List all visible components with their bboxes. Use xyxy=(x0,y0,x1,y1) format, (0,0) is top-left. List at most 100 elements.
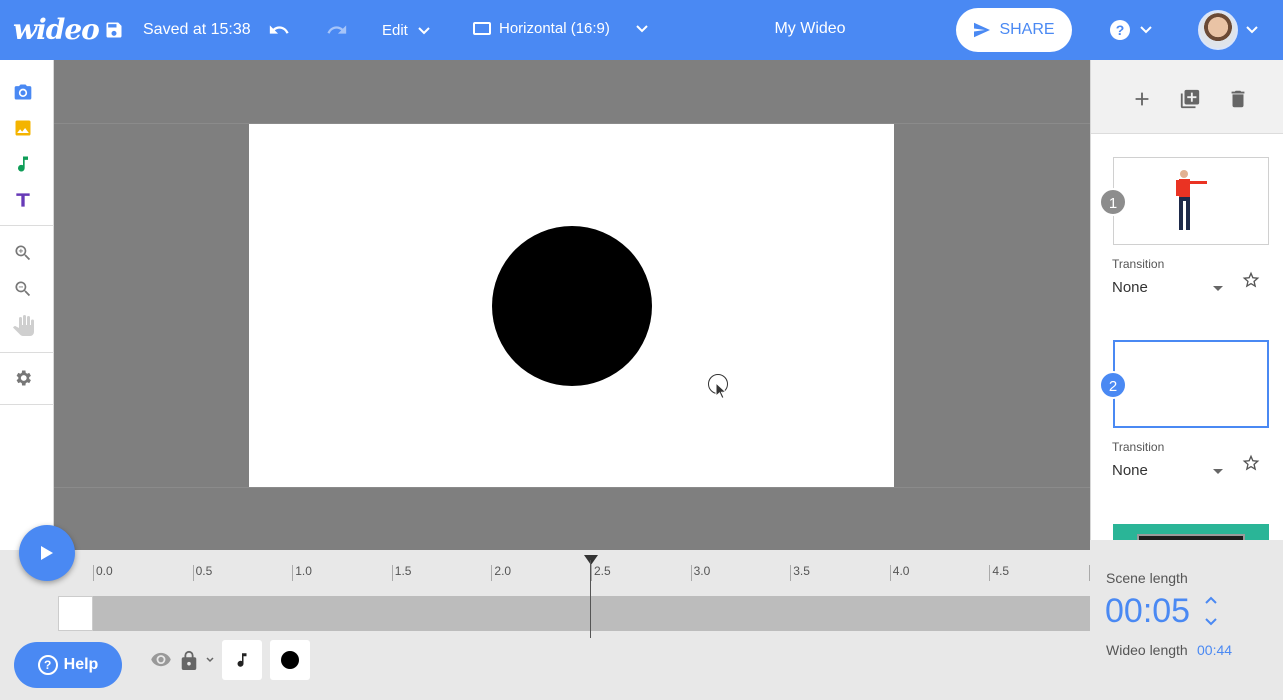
music-note-icon xyxy=(237,653,247,667)
timeline-track[interactable] xyxy=(58,596,1090,631)
timeline-tick xyxy=(591,565,592,581)
timeline-tick xyxy=(690,565,692,581)
scenes-toolbar xyxy=(1091,60,1283,134)
scene-number-badge: 1 xyxy=(1099,188,1127,216)
redo-icon[interactable] xyxy=(325,19,349,41)
help-label: Help xyxy=(63,656,99,673)
timeline-tick-label: 2.0 xyxy=(494,564,512,578)
timeline-tick-label: 1.0 xyxy=(295,564,312,578)
share-label: SHARE xyxy=(999,21,1055,38)
timeline-tick xyxy=(790,565,792,581)
timeline-tick xyxy=(93,565,94,581)
chevron-down-icon[interactable] xyxy=(206,657,214,663)
caret-down-icon[interactable] xyxy=(1213,469,1223,474)
aspect-ratio-menu[interactable]: Horizontal (16:9) xyxy=(473,20,648,37)
toolbar-divider xyxy=(0,352,54,353)
avatar xyxy=(1198,10,1238,50)
lock-icon[interactable] xyxy=(180,650,198,670)
chevron-down-icon xyxy=(636,24,648,32)
play-button[interactable] xyxy=(19,525,75,581)
scene-thumbnail[interactable] xyxy=(1113,524,1269,540)
scene-length-value[interactable]: 00:05 xyxy=(1105,592,1190,631)
timeline-tick xyxy=(989,565,991,581)
text-icon[interactable] xyxy=(13,190,33,210)
help-icon: ? xyxy=(37,655,58,675)
save-icon[interactable] xyxy=(104,20,124,40)
trash-icon[interactable] xyxy=(1227,88,1249,110)
timeline-tick-label: 4.5 xyxy=(992,564,1010,578)
timeline-tick-label: 0.0 xyxy=(96,564,113,578)
undo-icon[interactable] xyxy=(267,19,291,41)
chevron-down-icon[interactable] xyxy=(1203,614,1219,630)
star-icon[interactable] xyxy=(1241,453,1261,473)
timeline-track-handle[interactable] xyxy=(58,596,93,631)
timeline-tick-label: 3.0 xyxy=(693,564,711,578)
character-figure xyxy=(1176,170,1207,230)
star-icon[interactable] xyxy=(1241,270,1261,290)
duplicate-icon[interactable] xyxy=(1179,88,1201,110)
canvas-area[interactable] xyxy=(54,60,1090,550)
audio-layer-button[interactable] xyxy=(222,640,262,680)
help-button[interactable]: ? Help xyxy=(14,642,122,688)
add-icon[interactable] xyxy=(1131,88,1153,110)
transition-label: Transition xyxy=(1112,440,1165,454)
top-bar: wideo Saved at 15:38 Edit Horizontal (16… xyxy=(0,0,1283,60)
circle-layer-button[interactable] xyxy=(270,640,310,680)
timeline-tick-label: 3.5 xyxy=(793,564,810,578)
chevron-down-icon xyxy=(1140,26,1152,34)
wideo-logo[interactable]: wideo xyxy=(13,13,100,46)
scene-length-label: Scene length xyxy=(1106,570,1188,586)
gear-icon[interactable] xyxy=(13,368,33,388)
canvas-guide-bottom xyxy=(54,487,1090,488)
chevron-up-icon[interactable] xyxy=(1203,592,1219,608)
scene-number-badge: 2 xyxy=(1099,371,1127,399)
scene-thumbnail-selected[interactable] xyxy=(1113,340,1269,428)
camera-icon[interactable] xyxy=(13,82,33,102)
scene-thumbnail[interactable] xyxy=(1113,157,1269,245)
caret-down-icon[interactable] xyxy=(1213,286,1223,291)
share-button[interactable]: SHARE xyxy=(956,8,1072,52)
toolbar-divider xyxy=(0,225,54,226)
eye-icon[interactable] xyxy=(150,652,172,668)
left-toolbar xyxy=(0,60,54,550)
timeline-tick-label: 2.5 xyxy=(594,564,611,578)
zoom-out-icon[interactable] xyxy=(13,279,33,299)
circle-shape[interactable] xyxy=(492,226,652,386)
chevron-down-icon xyxy=(1246,26,1258,34)
transition-select[interactable]: None xyxy=(1112,462,1148,479)
transition-select[interactable]: None xyxy=(1112,279,1148,296)
wideo-title[interactable]: My Wideo xyxy=(760,20,860,38)
aspect-label: Horizontal (16:9) xyxy=(499,20,610,37)
profile-menu[interactable] xyxy=(1198,10,1258,50)
help-menu[interactable]: ? xyxy=(1110,20,1152,40)
hand-icon[interactable] xyxy=(13,314,37,338)
layer-tools xyxy=(150,640,310,680)
timeline-tick-label: 0.5 xyxy=(195,564,213,578)
wideo-length-value: 00:44 xyxy=(1197,642,1233,658)
zoom-in-icon[interactable] xyxy=(13,243,33,263)
send-icon xyxy=(974,22,991,38)
chevron-down-icon xyxy=(418,26,430,34)
scene-stage[interactable] xyxy=(249,124,894,487)
timeline-tick xyxy=(491,565,493,581)
playhead-handle[interactable] xyxy=(584,555,598,565)
timeline-tick-label: 4.0 xyxy=(892,564,910,578)
timeline: 0.00.51.01.52.02.53.03.54.04.55.0 xyxy=(0,550,1109,700)
wideo-length-label: Wideo length xyxy=(1106,642,1188,658)
timeline-tick xyxy=(192,565,194,581)
edit-menu[interactable]: Edit xyxy=(382,22,430,39)
timeline-tick-label: 1.5 xyxy=(394,564,412,578)
circle-shape-icon xyxy=(281,651,299,669)
image-icon[interactable] xyxy=(13,118,33,138)
play-icon xyxy=(41,546,53,560)
music-note-icon[interactable] xyxy=(13,154,33,174)
mouse-cursor-icon xyxy=(715,382,727,400)
saved-status: Saved at 15:38 xyxy=(143,21,251,38)
transition-label: Transition xyxy=(1112,257,1165,271)
timeline-tick xyxy=(889,565,891,581)
timeline-tick xyxy=(292,565,294,581)
screen-icon xyxy=(473,21,491,35)
scene-length-panel: Scene length 00:05 Wideo length 00:44 xyxy=(1090,540,1283,700)
help-icon: ? xyxy=(1110,20,1130,40)
scenes-panel: 1 Transition None 2 Transition None xyxy=(1090,60,1283,540)
